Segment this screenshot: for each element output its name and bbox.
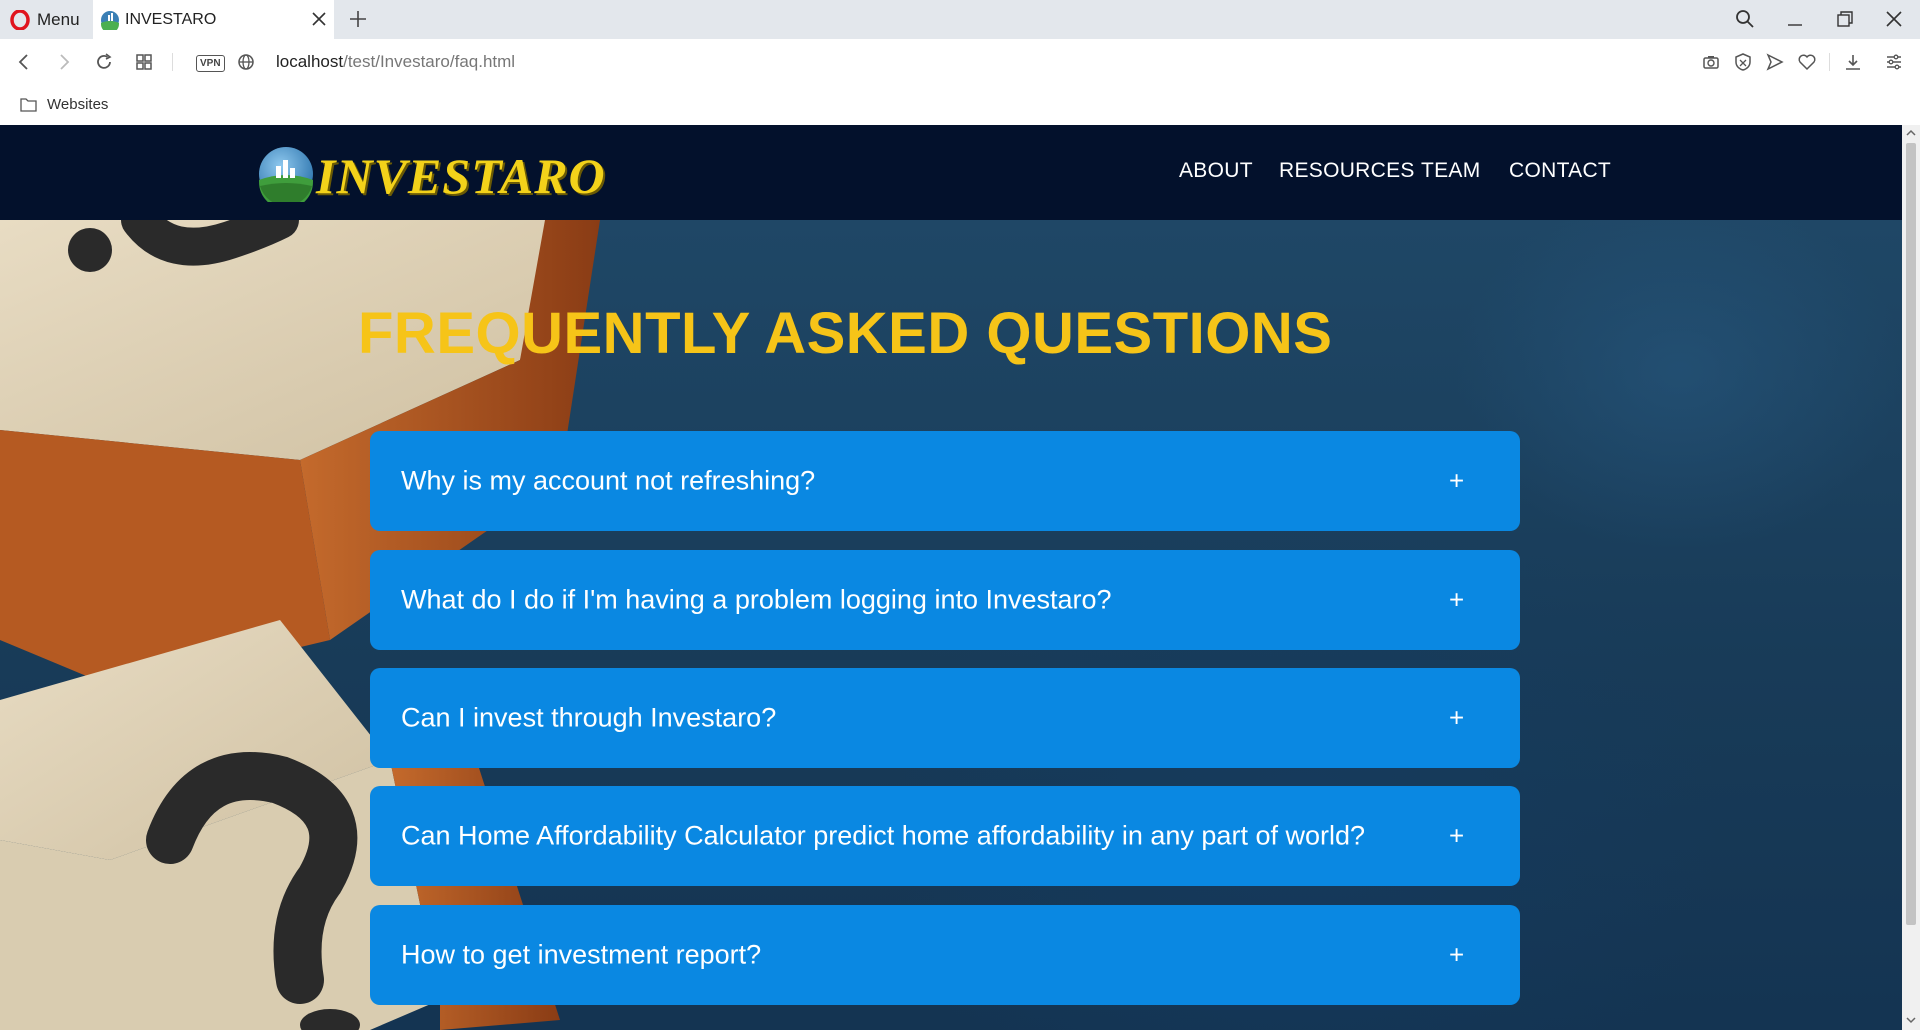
- easy-setup-icon[interactable]: [1884, 52, 1904, 72]
- snapshot-icon[interactable]: [1701, 52, 1721, 72]
- globe-icon[interactable]: [236, 52, 256, 72]
- minimize-icon[interactable]: [1785, 9, 1805, 29]
- favicon-icon: [101, 11, 119, 30]
- new-tab-icon[interactable]: [348, 9, 368, 29]
- url-path: /test/Investaro/faq.html: [343, 52, 516, 71]
- back-icon[interactable]: [14, 52, 34, 72]
- scrollbar-thumb[interactable]: [1906, 143, 1916, 925]
- close-window-icon[interactable]: [1884, 9, 1904, 29]
- faq-item[interactable]: How to get investment report? +: [370, 905, 1520, 1005]
- tab-close-icon[interactable]: [311, 11, 327, 27]
- send-icon[interactable]: [1765, 52, 1785, 72]
- expand-plus-icon[interactable]: +: [1449, 585, 1464, 616]
- scroll-up-arrow-icon[interactable]: [1906, 128, 1916, 138]
- toolbar-divider: [172, 53, 173, 71]
- investaro-logo-icon[interactable]: [258, 146, 314, 202]
- nav-contact[interactable]: CONTACT: [1509, 159, 1611, 183]
- expand-plus-icon[interactable]: +: [1449, 821, 1464, 852]
- scroll-down-arrow-icon[interactable]: [1906, 1015, 1916, 1025]
- faq-question: What do I do if I'm having a problem log…: [401, 584, 1112, 615]
- toolbar-divider: [1829, 53, 1830, 71]
- forward-icon[interactable]: [54, 52, 74, 72]
- nav-about[interactable]: ABOUT: [1179, 159, 1253, 183]
- url-host: localhost: [276, 52, 344, 71]
- heart-icon[interactable]: [1797, 52, 1817, 72]
- nav-resources[interactable]: RESOURCES: [1279, 159, 1415, 183]
- restore-icon[interactable]: [1835, 9, 1855, 29]
- folder-icon: [20, 98, 37, 112]
- bookmark-folder-websites[interactable]: Websites: [20, 96, 108, 113]
- faq-item[interactable]: Why is my account not refreshing? +: [370, 431, 1520, 531]
- browser-tab-active[interactable]: INVESTARO: [93, 0, 334, 39]
- speed-dial-icon[interactable]: [134, 52, 154, 72]
- bookmark-folder-label: Websites: [47, 96, 109, 113]
- expand-plus-icon[interactable]: +: [1449, 703, 1464, 734]
- nav-team[interactable]: TEAM: [1421, 159, 1481, 183]
- page-scrollbar[interactable]: [1902, 125, 1920, 1030]
- browser-address-bar: VPN localhost/test/Investaro/faq.html: [0, 39, 1920, 86]
- expand-plus-icon[interactable]: +: [1449, 466, 1464, 497]
- reload-icon[interactable]: [94, 52, 114, 72]
- expand-plus-icon[interactable]: +: [1449, 940, 1464, 971]
- faq-question: Why is my account not refreshing?: [401, 465, 816, 496]
- faq-item[interactable]: Can Home Affordability Calculator predic…: [370, 786, 1520, 886]
- download-icon[interactable]: [1843, 52, 1863, 72]
- search-tabs-icon[interactable]: [1735, 9, 1755, 29]
- faq-question: How to get investment report?: [401, 939, 762, 970]
- logo-text[interactable]: INVESTARO: [316, 147, 606, 205]
- page-viewport: INVESTARO ABOUT RESOURCES TEAM CONTACT F…: [0, 125, 1902, 1030]
- opera-logo-icon: [10, 10, 30, 30]
- url-field[interactable]: localhost/test/Investaro/faq.html: [276, 52, 515, 72]
- vpn-badge[interactable]: VPN: [196, 55, 225, 72]
- bookmarks-bar: Websites: [0, 86, 1920, 126]
- faq-heading: FREQUENTLY ASKED QUESTIONS: [358, 301, 1333, 366]
- site-navbar: INVESTARO ABOUT RESOURCES TEAM CONTACT: [0, 125, 1902, 220]
- browser-tab-bar: Menu INVESTARO: [0, 0, 1920, 39]
- faq-item[interactable]: Can I invest through Investaro? +: [370, 668, 1520, 768]
- faq-question: Can I invest through Investaro?: [401, 702, 777, 733]
- faq-question: Can Home Affordability Calculator predic…: [401, 820, 1365, 851]
- tab-title: INVESTARO: [125, 11, 217, 28]
- faq-hero-section: FREQUENTLY ASKED QUESTIONS Why is my acc…: [0, 220, 1902, 1030]
- browser-menu-label: Menu: [37, 10, 80, 29]
- adblock-icon[interactable]: [1733, 52, 1753, 72]
- browser-menu-button[interactable]: Menu: [10, 9, 80, 31]
- faq-item[interactable]: What do I do if I'm having a problem log…: [370, 550, 1520, 650]
